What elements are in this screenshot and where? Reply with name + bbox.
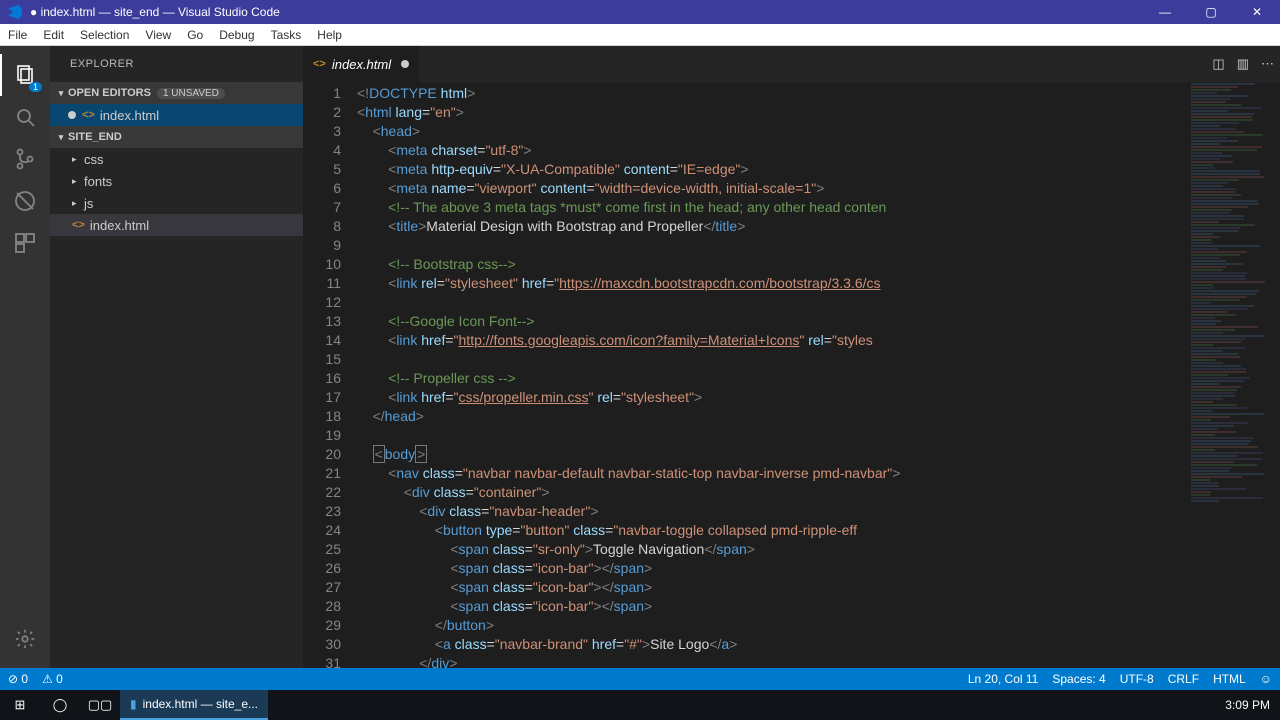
tab-label: index.html <box>332 57 391 72</box>
close-button[interactable]: ✕ <box>1234 0 1280 24</box>
minimize-button[interactable]: — <box>1142 0 1188 24</box>
unsaved-badge: 1 UNSAVED <box>157 88 225 99</box>
open-editors-header[interactable]: ▾ OPEN EDITORS 1 UNSAVED <box>50 82 303 104</box>
activity-bar: 1 <box>0 46 50 668</box>
tab-index-html[interactable]: <> index.html <box>303 46 420 82</box>
explorer-badge: 1 <box>29 82 42 92</box>
activity-settings-icon[interactable] <box>0 618 50 660</box>
folder-css[interactable]: ▸css <box>50 148 303 170</box>
folder-label: js <box>84 196 93 211</box>
chevron-right-icon: ▸ <box>72 198 84 209</box>
menu-tasks[interactable]: Tasks <box>263 28 310 42</box>
status-eol[interactable]: CRLF <box>1168 672 1199 686</box>
code-content[interactable]: <!DOCTYPE html><html lang="en"> <head> <… <box>357 82 1186 668</box>
folder-fonts[interactable]: ▸fonts <box>50 170 303 192</box>
open-editors-label: OPEN EDITORS <box>68 87 151 99</box>
html-file-icon: <> <box>72 219 85 231</box>
statusbar: ⊘ 0 ⚠ 0 Ln 20, Col 11 Spaces: 4 UTF-8 CR… <box>0 668 1280 690</box>
menu-debug[interactable]: Debug <box>211 28 262 42</box>
status-spaces[interactable]: Spaces: 4 <box>1052 672 1105 686</box>
start-button[interactable]: ⊞ <box>0 690 40 720</box>
menu-edit[interactable]: Edit <box>35 28 72 42</box>
status-encoding[interactable]: UTF-8 <box>1120 672 1154 686</box>
menu-view[interactable]: View <box>137 28 179 42</box>
minimap[interactable] <box>1186 82 1280 668</box>
menu-file[interactable]: File <box>0 28 35 42</box>
menu-go[interactable]: Go <box>179 28 211 42</box>
activity-extensions-icon[interactable] <box>0 222 50 264</box>
file-tree-item[interactable]: <> index.html <box>50 214 303 236</box>
activity-scm-icon[interactable] <box>0 138 50 180</box>
modified-dot-icon <box>68 111 76 119</box>
code-area[interactable]: 1234567891011121314151617181920212223242… <box>303 82 1280 668</box>
activity-explorer-icon[interactable]: 1 <box>0 54 50 96</box>
status-language[interactable]: HTML <box>1213 672 1246 686</box>
gutter: 1234567891011121314151617181920212223242… <box>303 82 357 668</box>
html-file-icon: <> <box>82 109 95 121</box>
chevron-right-icon: ▸ <box>72 154 84 165</box>
chevron-down-icon: ▾ <box>54 132 68 143</box>
html-file-icon: <> <box>313 58 326 70</box>
cortana-icon[interactable]: ◯ <box>40 690 80 720</box>
activity-search-icon[interactable] <box>0 96 50 138</box>
modified-dot-icon <box>401 60 409 68</box>
split-editor-icon[interactable]: ◫ <box>1212 56 1224 72</box>
menubar: FileEditSelectionViewGoDebugTasksHelp <box>0 24 1280 46</box>
file-tree-label: index.html <box>90 218 149 233</box>
status-errors[interactable]: ⊘ 0 <box>8 672 28 686</box>
open-editor-label: index.html <box>100 108 159 123</box>
status-position[interactable]: Ln 20, Col 11 <box>968 672 1039 686</box>
project-label: SITE_END <box>68 131 122 143</box>
toggle-layout-icon[interactable]: ▥ <box>1237 56 1249 72</box>
taskbar-vscode[interactable]: ▮index.html — site_e... <box>120 690 268 720</box>
folder-js[interactable]: ▸js <box>50 192 303 214</box>
maximize-button[interactable]: ▢ <box>1188 0 1234 24</box>
menu-help[interactable]: Help <box>309 28 350 42</box>
explorer-title: EXPLORER <box>50 46 303 82</box>
chevron-right-icon: ▸ <box>72 176 84 187</box>
chevron-down-icon: ▾ <box>54 88 68 99</box>
folder-label: fonts <box>84 174 112 189</box>
menu-selection[interactable]: Selection <box>72 28 137 42</box>
status-feedback-icon[interactable]: ☺ <box>1260 672 1272 686</box>
more-actions-icon[interactable]: ⋯ <box>1261 56 1274 72</box>
folder-label: css <box>84 152 104 167</box>
taskbar-clock[interactable]: 3:09 PM <box>1225 698 1270 712</box>
open-editor-item[interactable]: <> index.html <box>50 104 303 126</box>
windows-taskbar: ⊞ ◯ ▢▢ ▮index.html — site_e... 3:09 PM <box>0 690 1280 720</box>
vscode-logo-icon <box>8 5 22 19</box>
editor: <> index.html ◫ ▥ ⋯ 12345678910111213141… <box>303 46 1280 668</box>
window-title: ● index.html — site_end — Visual Studio … <box>30 5 280 19</box>
explorer-sidebar: EXPLORER ▾ OPEN EDITORS 1 UNSAVED <> ind… <box>50 46 303 668</box>
tab-row: <> index.html ◫ ▥ ⋯ <box>303 46 1280 82</box>
activity-debug-icon[interactable] <box>0 180 50 222</box>
project-header[interactable]: ▾ SITE_END <box>50 126 303 148</box>
task-view-icon[interactable]: ▢▢ <box>80 690 120 720</box>
titlebar: ● index.html — site_end — Visual Studio … <box>0 0 1280 24</box>
status-warnings[interactable]: ⚠ 0 <box>42 672 63 686</box>
